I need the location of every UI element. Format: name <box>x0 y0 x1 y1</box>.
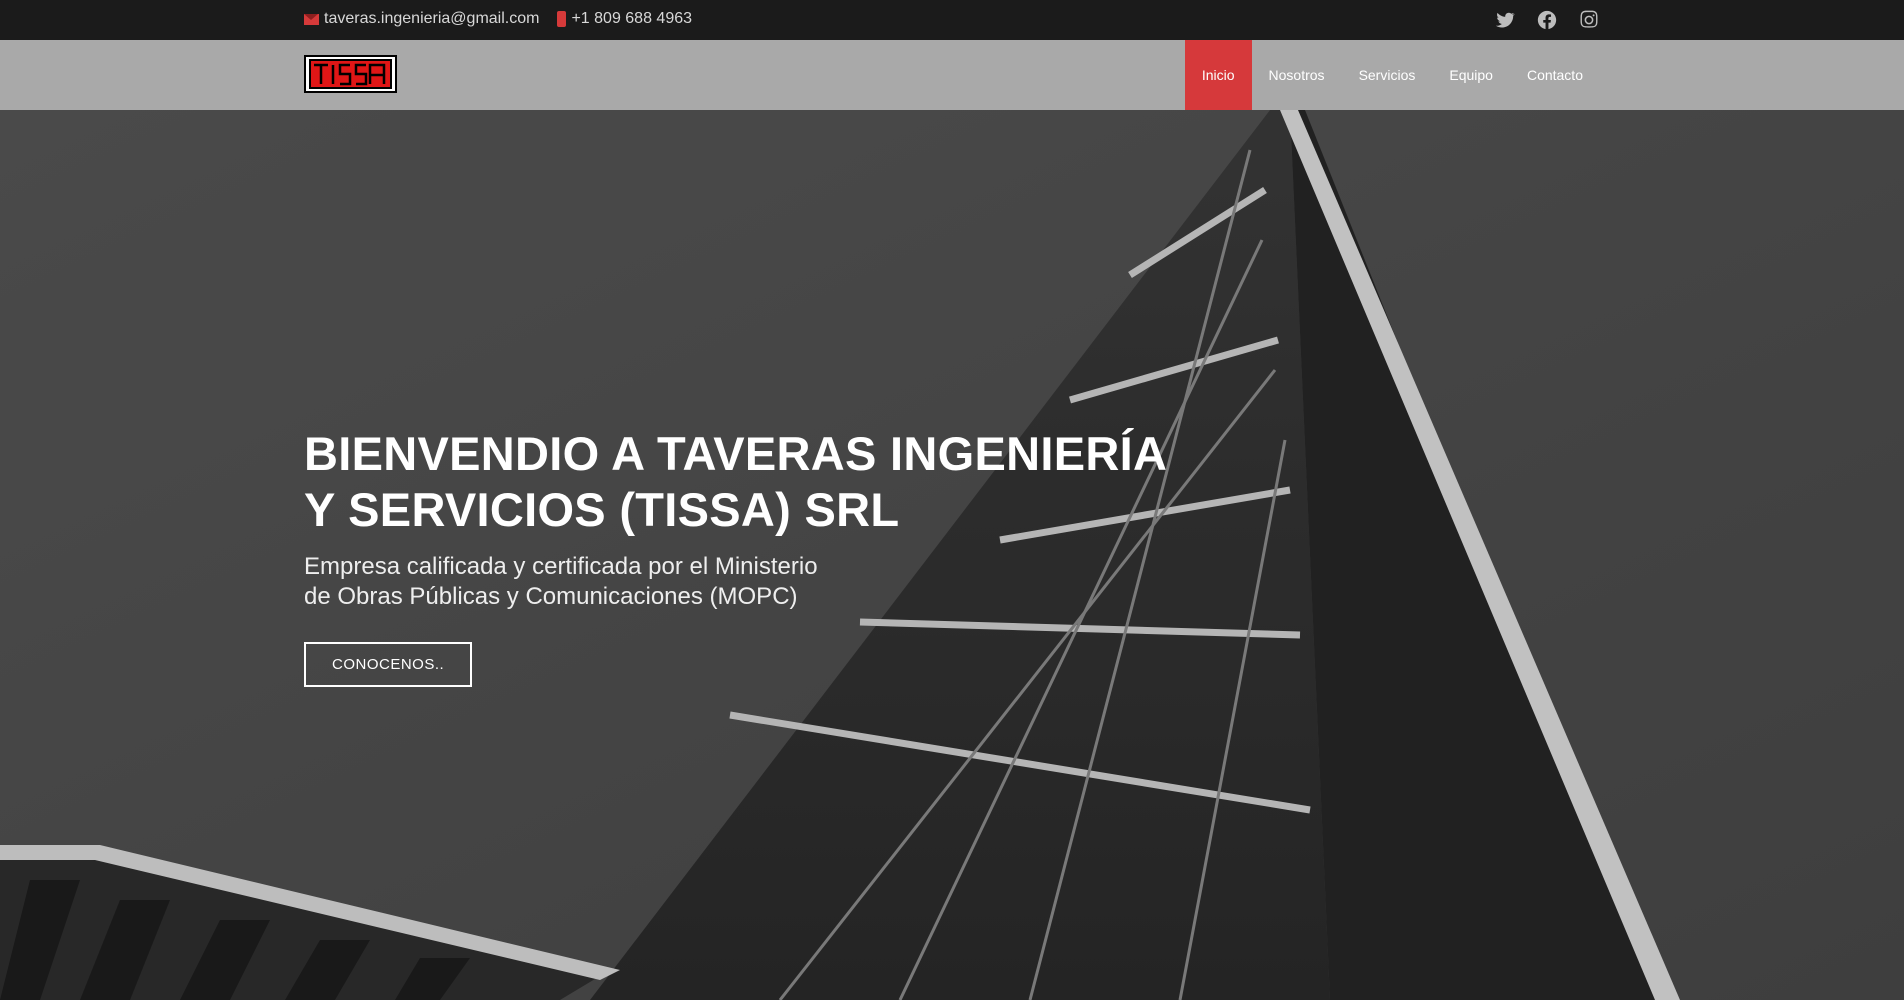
main-nav: Inicio Nosotros Servicios Equipo Contact… <box>1184 40 1600 110</box>
contact-info: taveras.ingenieria@gmail.com +1 809 688 … <box>304 10 710 28</box>
instagram-icon[interactable] <box>1578 9 1600 31</box>
hero-content: BIENVENDIO A TAVERAS INGENIERÍA Y SERVIC… <box>304 426 1204 687</box>
site-header: Inicio Nosotros Servicios Equipo Contact… <box>0 40 1904 110</box>
hero-subtitle: Empresa calificada y certificada por el … <box>304 552 864 612</box>
nav-item-nosotros[interactable]: Nosotros <box>1252 40 1342 110</box>
email-text: taveras.ingenieria@gmail.com <box>324 10 540 27</box>
hero-section: BIENVENDIO A TAVERAS INGENIERÍA Y SERVIC… <box>0 110 1904 1000</box>
hero-title-line1: BIENVENDIO A TAVERAS INGENIERÍA <box>304 427 1168 480</box>
phone-icon <box>557 11 567 27</box>
nav-item-equipo[interactable]: Equipo <box>1432 40 1510 110</box>
nav-item-contacto[interactable]: Contacto <box>1510 40 1600 110</box>
top-bar: taveras.ingenieria@gmail.com +1 809 688 … <box>0 0 1904 40</box>
hero-title-line2: Y SERVICIOS (TISSA) SRL <box>304 483 900 536</box>
nav-item-inicio[interactable]: Inicio <box>1184 40 1252 110</box>
hero-subtitle-line1: Empresa calificada y certificada por el … <box>304 553 818 580</box>
phone-link[interactable]: +1 809 688 4963 <box>557 10 692 28</box>
facebook-icon[interactable] <box>1536 9 1558 31</box>
phone-text: +1 809 688 4963 <box>571 10 693 27</box>
email-link[interactable]: taveras.ingenieria@gmail.com <box>304 10 539 28</box>
hero-title: BIENVENDIO A TAVERAS INGENIERÍA Y SERVIC… <box>304 426 1204 538</box>
conocenos-button[interactable]: CONOCENOS.. <box>304 642 473 687</box>
nav-item-servicios[interactable]: Servicios <box>1342 40 1433 110</box>
social-links <box>1494 9 1600 31</box>
hero-subtitle-line2: de Obras Públicas y Comunicaciones (MOPC… <box>304 583 798 610</box>
twitter-icon[interactable] <box>1494 9 1516 31</box>
tissa-logo[interactable] <box>304 55 397 93</box>
mail-icon <box>304 13 319 25</box>
